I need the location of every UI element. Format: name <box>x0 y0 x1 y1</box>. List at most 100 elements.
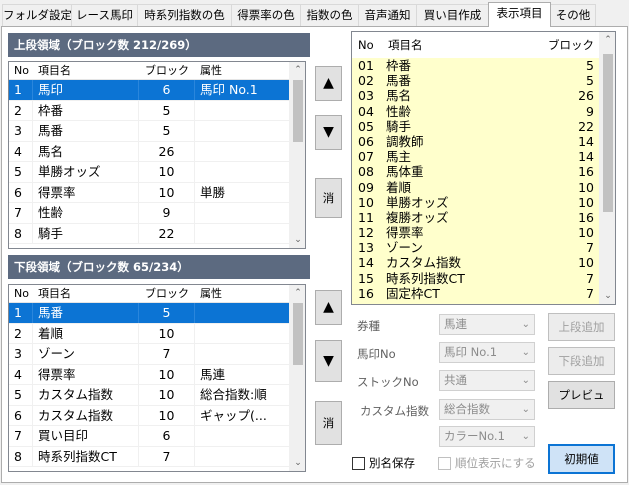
table-row[interactable]: 3 ゾーン 7 <box>9 344 305 365</box>
ticket-type-select[interactable]: 馬連 ⌄ <box>439 314 535 335</box>
checkbox-box[interactable] <box>438 456 451 470</box>
list-item[interactable]: 13 ゾーン 7 <box>352 240 599 255</box>
cell-name: 得票率 <box>386 225 424 241</box>
tab-other[interactable]: その他 <box>550 4 596 26</box>
upper-list-scrollbar[interactable]: ⌃ ⌄ <box>289 62 305 248</box>
col-no-header[interactable]: No <box>352 32 382 58</box>
checkbox-box[interactable] <box>352 456 365 470</box>
table-row[interactable]: 5 カスタム指数 10 総合指数:順 <box>9 385 305 406</box>
tab-display-items[interactable]: 表示項目 <box>488 2 551 27</box>
lower-move-down-button[interactable]: ▼ <box>315 340 342 382</box>
table-row[interactable]: 7 性齢 9 <box>9 203 305 224</box>
tab-folder-settings[interactable]: フォルダ設定 <box>2 4 72 26</box>
scroll-up-arrow-icon[interactable]: ⌃ <box>600 32 615 48</box>
cell-blocks: 14 <box>578 133 594 149</box>
cell-name: 騎手 <box>33 223 139 243</box>
col-blocks-header[interactable]: ブロック <box>139 62 195 79</box>
list-item[interactable]: 02 馬番 5 <box>352 73 599 88</box>
show-rank-label: 順位表示にする <box>455 456 536 470</box>
table-row[interactable]: 1 馬番 5 <box>9 303 305 324</box>
list-item[interactable]: 16 固定枠CT 7 <box>352 286 599 301</box>
tab-vote-rate-color[interactable]: 得票率の色 <box>231 4 301 26</box>
table-row[interactable]: 2 着順 10 <box>9 323 305 344</box>
scroll-thumb[interactable] <box>603 54 613 212</box>
cell-blocks: 26 <box>578 88 594 104</box>
list-item[interactable]: 05 騎手 22 <box>352 119 599 134</box>
list-item[interactable]: 09 着順 10 <box>352 180 599 195</box>
table-row[interactable]: 2 枠番 5 <box>9 100 305 121</box>
show-rank-checkbox[interactable]: 順位表示にする <box>438 455 536 471</box>
list-item[interactable]: 03 馬名 26 <box>352 88 599 103</box>
table-row[interactable]: 6 カスタム指数 10 ギャップ(... <box>9 405 305 426</box>
table-row[interactable]: 6 得票率 10 単勝 <box>9 182 305 203</box>
col-blocks-header[interactable]: ブロック <box>139 285 195 302</box>
col-name-header[interactable]: 項目名 <box>33 62 139 79</box>
list-item[interactable]: 01 枠番 5 <box>352 58 599 73</box>
scroll-down-arrow-icon[interactable]: ⌄ <box>290 232 305 248</box>
cell-attr <box>195 426 293 446</box>
table-row[interactable]: 3 馬番 5 <box>9 121 305 142</box>
available-list-scrollbar[interactable]: ⌃ ⌄ <box>599 32 615 304</box>
list-item[interactable]: 06 調教師 14 <box>352 134 599 149</box>
table-row[interactable]: 1 馬印 6 馬印 No.1 <box>9 80 305 101</box>
tab-race-marks[interactable]: レース馬印 <box>71 4 138 26</box>
upper-move-down-button[interactable]: ▼ <box>315 115 342 150</box>
upper-item-list[interactable]: No 項目名 ブロック 属性 1 馬印 6 馬印 No.1 2 枠番 5 3 馬… <box>8 61 306 249</box>
cell-name: 馬番 <box>33 121 139 141</box>
lower-move-up-button[interactable]: ▲ <box>315 290 342 325</box>
scroll-thumb[interactable] <box>293 303 303 365</box>
list-item[interactable]: 08 馬体重 16 <box>352 164 599 179</box>
custom-index-select[interactable]: 総合指数 ⌄ <box>439 399 535 420</box>
table-row[interactable]: 4 馬名 26 <box>9 141 305 162</box>
mark-no-select[interactable]: 馬印 No.1 ⌄ <box>439 342 535 363</box>
col-no-header[interactable]: No <box>9 62 33 79</box>
table-row[interactable]: 8 時系列指数CT 7 <box>9 446 305 467</box>
available-items-list[interactable]: No 項目名 ブロック 01 枠番 5 02 馬番 5 03 馬名 26 04 性齢 9 05 騎手 22 0… <box>351 31 616 305</box>
table-row[interactable]: 4 得票率 10 馬連 <box>9 364 305 385</box>
reset-defaults-button[interactable]: 初期値 <box>548 444 615 474</box>
list-item[interactable]: 11 複勝オッズ 16 <box>352 210 599 225</box>
stock-no-select[interactable]: 共通 ⌄ <box>439 370 535 391</box>
color-select[interactable]: カラーNo.1 ⌄ <box>439 426 535 447</box>
list-item[interactable]: 10 単勝オッズ 10 <box>352 195 599 210</box>
upper-delete-button[interactable]: 消 <box>315 178 342 218</box>
table-row[interactable]: 8 騎手 22 <box>9 223 305 244</box>
scroll-up-arrow-icon[interactable]: ⌃ <box>290 62 305 78</box>
cell-name: 単勝オッズ <box>386 194 449 210</box>
add-to-upper-button[interactable]: 上段追加 <box>548 313 615 341</box>
list-item[interactable]: 07 馬主 14 <box>352 149 599 164</box>
col-attr-header[interactable]: 属性 <box>195 62 293 79</box>
table-row[interactable]: 7 買い目印 6 <box>9 426 305 447</box>
tab-timeseries-index-color[interactable]: 時系列指数の色 <box>137 4 232 26</box>
add-to-lower-button[interactable]: 下段追加 <box>548 347 615 375</box>
list-item[interactable]: 04 性齢 9 <box>352 104 599 119</box>
col-name-header[interactable]: 項目名 <box>33 285 139 302</box>
cell-blocks: 5 <box>139 121 195 141</box>
scroll-down-arrow-icon[interactable]: ⌄ <box>290 455 305 471</box>
col-attr-header[interactable]: 属性 <box>195 285 293 302</box>
cell-attr <box>195 344 293 364</box>
list-item[interactable]: 12 得票率 10 <box>352 225 599 240</box>
list-item[interactable]: 15 時系列指数CT 7 <box>352 271 599 286</box>
scroll-thumb[interactable] <box>293 80 303 142</box>
table-row[interactable]: 5 単勝オッズ 10 <box>9 162 305 183</box>
upper-move-up-button[interactable]: ▲ <box>315 66 342 101</box>
cell-blocks: 7 <box>586 240 594 256</box>
col-name-header[interactable]: 項目名 <box>382 32 542 58</box>
scroll-up-arrow-icon[interactable]: ⌃ <box>290 285 305 301</box>
tab-bet-creation[interactable]: 買い目作成 <box>416 4 489 26</box>
tab-index-color[interactable]: 指数の色 <box>300 4 359 26</box>
cell-no: 8 <box>9 446 33 466</box>
preview-button[interactable]: プレビュ <box>548 381 615 409</box>
lower-list-scrollbar[interactable]: ⌃ ⌄ <box>289 285 305 471</box>
alias-save-checkbox[interactable]: 別名保存 <box>352 455 415 471</box>
cell-no: 05 <box>358 118 374 134</box>
list-item[interactable]: 14 カスタム指数 10 <box>352 255 599 270</box>
col-blocks-header[interactable]: ブロック <box>542 32 598 58</box>
cell-no: 1 <box>9 303 33 323</box>
lower-delete-button[interactable]: 消 <box>315 401 342 445</box>
lower-item-list[interactable]: No 項目名 ブロック 属性 1 馬番 5 2 着順 10 3 ゾーン 7 4 … <box>8 284 306 472</box>
tab-voice-notify[interactable]: 音声通知 <box>358 4 417 26</box>
col-no-header[interactable]: No <box>9 285 33 302</box>
scroll-down-arrow-icon[interactable]: ⌄ <box>600 288 615 304</box>
